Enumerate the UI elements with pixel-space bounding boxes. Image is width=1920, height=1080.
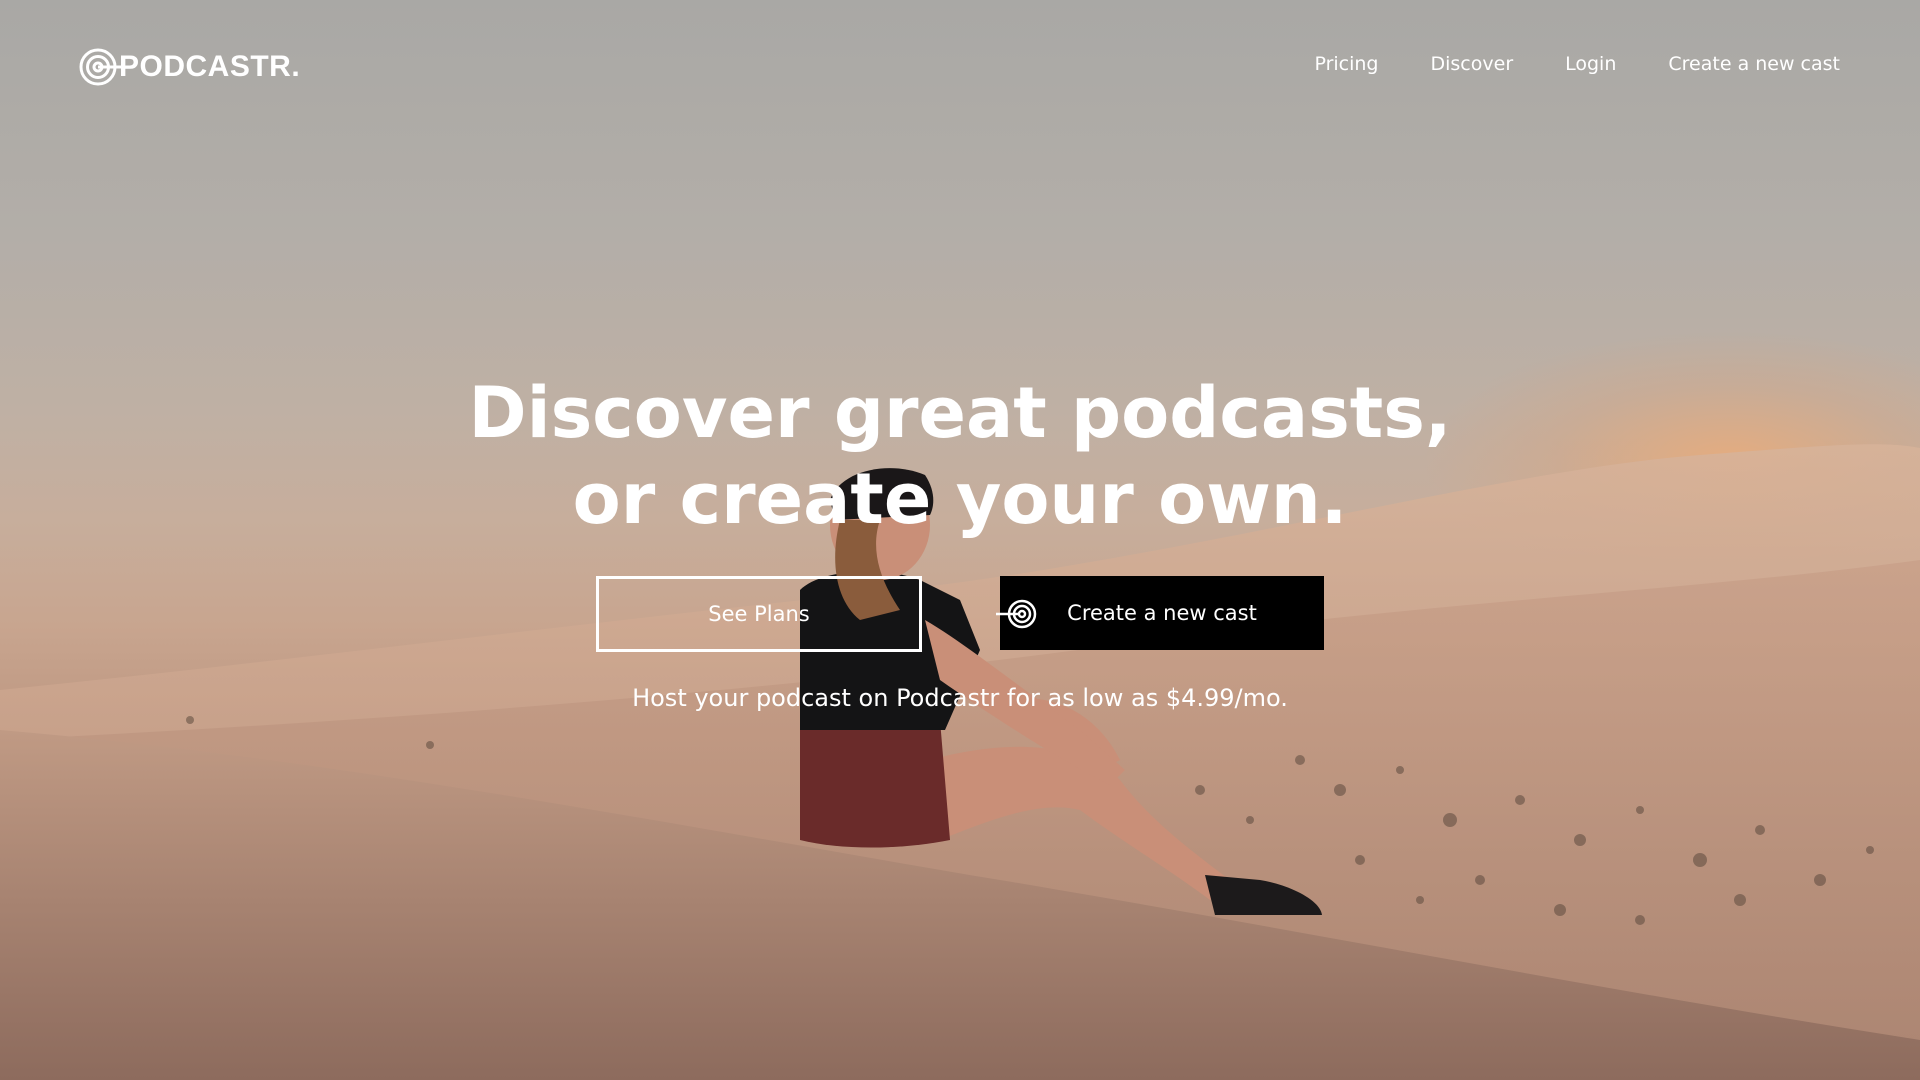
hero-headline: Discover great podcasts, or create your …: [0, 370, 1920, 542]
nav-link-pricing[interactable]: Pricing: [1314, 53, 1378, 75]
brand-logo[interactable]: PODCASTR.: [79, 47, 300, 87]
top-navigation: PODCASTR. Pricing Discover Login Create …: [0, 0, 1920, 134]
hero-section: PODCASTR. Pricing Discover Login Create …: [0, 0, 1920, 1080]
brand-name: PODCASTR.: [119, 50, 301, 83]
hero-subline: Host your podcast on Podcastr for as low…: [632, 684, 1288, 712]
headline-line-1: Discover great podcasts,: [468, 372, 1452, 454]
nav-link-login[interactable]: Login: [1565, 53, 1616, 75]
nav-link-discover[interactable]: Discover: [1431, 53, 1514, 75]
cta-buttons: See Plans Create a new cast: [596, 576, 1324, 652]
headline-line-2: or create your own.: [572, 458, 1348, 540]
create-cast-label: Create a new cast: [1067, 601, 1257, 625]
nav-link-create-cast[interactable]: Create a new cast: [1668, 53, 1840, 75]
create-cast-button[interactable]: Create a new cast: [996, 576, 1324, 650]
see-plans-label: See Plans: [708, 602, 810, 626]
see-plans-button[interactable]: See Plans: [596, 576, 922, 652]
nav-links: Pricing Discover Login Create a new cast: [1262, 53, 1840, 75]
target-mic-icon: [79, 48, 121, 86]
